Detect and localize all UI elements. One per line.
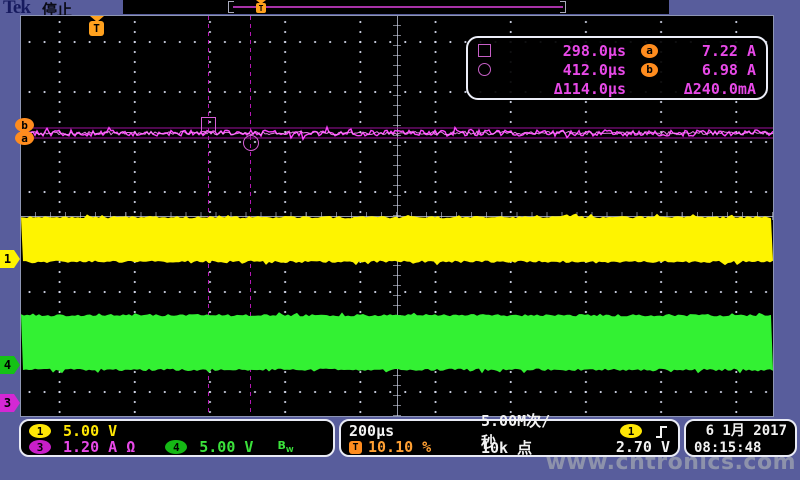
- trigger-t-icon: T: [89, 21, 104, 36]
- ch4-badge[interactable]: 4: [165, 440, 187, 454]
- time-display: 08:15:48: [694, 440, 787, 456]
- ch1-badge[interactable]: 1: [29, 424, 51, 438]
- record-length: 10k 点: [481, 437, 554, 458]
- cursor-a-level-badge[interactable]: a: [15, 131, 34, 145]
- cursor-b-badge: b: [641, 63, 658, 77]
- delta-time: Δ114.0µs: [478, 80, 626, 98]
- delta-amplitude: Δ240.0mA: [660, 80, 756, 98]
- record-view-left-bracket: [228, 1, 234, 13]
- record-view-bar[interactable]: T: [123, 0, 669, 14]
- datetime-panel[interactable]: 6 1月 2017 08:15:48: [684, 419, 797, 457]
- cursor-a-amplitude: 7.22 A: [660, 42, 756, 60]
- cursor-readout-panel: 298.0µs a 7.22 A 412.0µs b 6.98 A Δ114.0…: [466, 36, 768, 100]
- cursor-a-time: 298.0µs: [508, 42, 626, 60]
- date-display: 6 1月 2017: [694, 420, 787, 440]
- ch4-scale: 5.00 V: [199, 438, 253, 456]
- ch3-badge[interactable]: 3: [29, 440, 51, 454]
- trigger-level: 2.70 V: [554, 439, 670, 455]
- trigger-source-cell: 1: [554, 423, 670, 439]
- cursor-b-time: 412.0µs: [508, 61, 626, 79]
- channel-scale-panel[interactable]: 1 5.00 V 3 1.20 A Ω 4 5.00 V BW: [19, 419, 335, 457]
- cursor-b-circle-icon: [478, 63, 491, 76]
- trigger-source-badge[interactable]: 1: [620, 424, 642, 438]
- cursor-b-amplitude: 6.98 A: [660, 61, 756, 79]
- cursor-delta-row: Δ114.0µs Δ240.0mA: [478, 79, 756, 98]
- ch4-position-marker[interactable]: 4: [0, 356, 20, 374]
- ch1-scale-row: 1 5.00 V: [29, 423, 325, 439]
- ch3-scale: 1.20 A Ω: [63, 438, 135, 456]
- cursor-b-level-badge[interactable]: b: [15, 118, 34, 132]
- cursor-a-square-icon: [478, 44, 491, 57]
- cursor-a-square-marker[interactable]: [201, 117, 216, 132]
- trigger-position-marker[interactable]: T: [89, 16, 104, 36]
- ch3-ch4-scale-row: 3 1.20 A Ω 4 5.00 V BW: [29, 439, 325, 455]
- trigger-t-icon: T: [256, 3, 266, 13]
- ch3-position-marker[interactable]: 3: [0, 394, 20, 412]
- cursor-a-row: 298.0µs a 7.22 A: [478, 41, 756, 60]
- cursor-b-row: 412.0µs b 6.98 A: [478, 60, 756, 79]
- trigger-position-percent: 10.10 %: [368, 438, 431, 456]
- trigger-position-cell: T 10.10 %: [349, 439, 481, 455]
- ch1-position-marker[interactable]: 1: [0, 250, 20, 268]
- record-view-waveform-line: [233, 6, 563, 8]
- cursor-a-badge: a: [641, 44, 658, 58]
- bandwidth-limit-indicator: BW: [277, 439, 293, 454]
- record-trigger-position-icon[interactable]: T: [256, 0, 266, 13]
- rising-edge-icon: [654, 424, 670, 439]
- record-view-right-bracket: [560, 1, 566, 13]
- cursor-b-circle-marker[interactable]: [243, 135, 259, 151]
- trigger-position-t-icon: T: [349, 441, 362, 454]
- horizontal-trigger-panel[interactable]: 200µs 5.00M次/秒 1 T 10.10 % 10k 点 2.70 V: [339, 419, 680, 457]
